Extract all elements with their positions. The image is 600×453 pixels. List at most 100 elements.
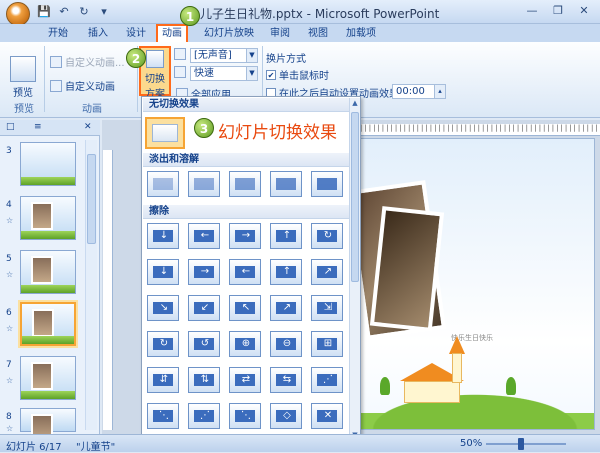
wipe-transition-item[interactable]: → — [229, 223, 261, 249]
fade-transition-item[interactable] — [311, 171, 343, 197]
wipe-transition-item[interactable]: ⋰ — [311, 367, 343, 393]
wipe-transition-item[interactable]: ⇅ — [188, 367, 220, 393]
tree-shape — [506, 377, 516, 395]
custom-animation-button[interactable]: 自定义动画 — [50, 78, 115, 93]
wipe-transition-item[interactable]: ↖ — [229, 295, 261, 321]
wipe-transition-item[interactable]: ◇ — [270, 403, 302, 429]
wipe-transition-item[interactable]: ⇄ — [229, 367, 261, 393]
fade-transition-item[interactable] — [270, 171, 302, 197]
undo-icon[interactable]: ↶ — [56, 4, 72, 20]
redo-icon[interactable]: ↻ — [76, 4, 92, 20]
save-icon[interactable]: 💾 — [36, 4, 52, 20]
wipe-transition-item[interactable]: ⊕ — [229, 331, 261, 357]
wipe-transition-item[interactable]: ← — [229, 259, 261, 285]
spinner-icon: ▴ — [434, 85, 445, 98]
scrollbar-thumb[interactable] — [351, 112, 359, 282]
slide-thumbnail-selected[interactable] — [20, 302, 76, 346]
tab-review[interactable]: 审阅 — [266, 26, 294, 42]
close-panel-icon[interactable]: ✕ — [84, 122, 92, 132]
wipe-transition-item[interactable]: ↑ — [270, 259, 302, 285]
wipe-transition-item[interactable]: ↺ — [188, 331, 220, 357]
slides-scrollbar[interactable] — [85, 140, 97, 430]
gallery-scrollbar[interactable]: ▲ ▼ — [349, 98, 360, 440]
outline-tab[interactable]: □ — [6, 122, 15, 132]
on-click-checkbox-row[interactable]: ✔ 单击鼠标时 — [266, 67, 329, 82]
custom-animation-label: 自定义动画 — [65, 82, 115, 93]
slides-tab[interactable]: ≡ — [34, 122, 42, 132]
photo-frame[interactable] — [369, 206, 445, 332]
maximize-button[interactable]: ❐ — [546, 2, 570, 20]
no-transition-item[interactable] — [145, 117, 185, 149]
fade-transition-item[interactable] — [147, 171, 179, 197]
transition-star-icon: ☆ — [6, 216, 14, 225]
close-button[interactable]: ✕ — [572, 2, 596, 20]
tab-view[interactable]: 视图 — [304, 26, 332, 42]
fade-transition-item[interactable] — [188, 171, 220, 197]
direction-arrow-icon: ← — [241, 266, 251, 277]
speed-select[interactable]: 快速 ▼ — [190, 66, 258, 81]
wipe-transition-item[interactable]: ↑ — [270, 223, 302, 249]
sound-select[interactable]: [无声音] ▼ — [190, 48, 258, 63]
photo-shape — [31, 362, 53, 390]
slide-thumbnail[interactable] — [20, 408, 76, 442]
horizontal-ruler: ||||||||||||||||||||||||||||||||||||||||… — [360, 124, 600, 136]
fade-transition-item[interactable] — [229, 171, 261, 197]
wipe-transition-item[interactable]: ⇵ — [147, 367, 179, 393]
office-button[interactable] — [6, 2, 30, 26]
scroll-up-icon[interactable]: ▲ — [350, 98, 360, 108]
zoom-level[interactable]: 50% — [460, 438, 482, 449]
slide-thumbnail[interactable] — [20, 142, 76, 186]
tab-design[interactable]: 设计 — [122, 26, 150, 42]
preview-label: 预览 — [13, 88, 33, 99]
wipe-transition-item[interactable]: ⋰ — [188, 403, 220, 429]
fade-icon — [235, 178, 255, 190]
wipe-transition-item[interactable]: ↗ — [311, 259, 343, 285]
wipe-transition-item[interactable]: ⊖ — [270, 331, 302, 357]
section-wipe: 擦除 — [143, 205, 349, 219]
custom-animation-top-label: 自定义动画... — [65, 58, 125, 69]
direction-arrow-icon: ⊖ — [282, 338, 292, 349]
wipe-transition-item[interactable]: ↘ — [147, 295, 179, 321]
wipe-transition-item[interactable]: ⊞ — [311, 331, 343, 357]
tower-roof — [449, 336, 465, 354]
zoom-slider[interactable] — [486, 443, 566, 445]
direction-arrow-icon: ◇ — [283, 410, 291, 421]
wipe-transition-item[interactable]: ↓ — [147, 259, 179, 285]
wipe-transition-item[interactable]: ↙ — [188, 295, 220, 321]
tab-animations[interactable]: 动画 — [156, 24, 188, 43]
slide-thumbnail[interactable] — [20, 356, 76, 400]
wipe-transition-item[interactable]: ⋱ — [147, 403, 179, 429]
wipe-transition-item[interactable]: ⇲ — [311, 295, 343, 321]
direction-arrow-icon: ↘ — [159, 302, 169, 313]
on-click-checkbox[interactable]: ✔ — [266, 69, 276, 80]
slide-number: 6 — [6, 308, 12, 318]
custom-animation-row[interactable]: 自定义动画... — [50, 54, 125, 69]
direction-arrow-icon: ↗ — [282, 302, 292, 313]
tab-home[interactable]: 开始 — [44, 26, 72, 42]
transition-gallery: 无切换效果 淡出和溶解 擦除 ▲ ▼ ↓ ← → ↑ ↻ ↓ → ← ↑ ↗ ↘ ↙ ↖ ↗ ⇲ ↻ ↺ ⊕ ⊖ ⊞ ⇵… — [141, 96, 361, 442]
preview-button[interactable]: 预览 — [8, 56, 38, 99]
wipe-transition-item[interactable]: ↻ — [311, 223, 343, 249]
wipe-transition-item[interactable]: ↓ — [147, 223, 179, 249]
tab-addins[interactable]: 加载项 — [342, 26, 380, 42]
theme-name: "儿童节" — [76, 442, 116, 453]
scrollbar-thumb[interactable] — [87, 154, 96, 244]
tab-slideshow[interactable]: 幻灯片放映 — [200, 26, 258, 42]
zoom-slider-knob[interactable] — [518, 438, 524, 450]
wipe-transition-item[interactable]: ⋱ — [229, 403, 261, 429]
wipe-transition-item[interactable]: ← — [188, 223, 220, 249]
wipe-transition-item[interactable]: ↻ — [147, 331, 179, 357]
wipe-transition-item[interactable]: ✕ — [311, 403, 343, 429]
slide-canvas[interactable]: 快乐生日快乐 — [355, 138, 595, 430]
wipe-transition-item[interactable]: → — [188, 259, 220, 285]
wipe-transition-item[interactable]: ⇆ — [270, 367, 302, 393]
minimize-button[interactable]: — — [520, 2, 544, 20]
slides-panel-tabs: □ ≡ ✕ — [0, 120, 100, 136]
qat-dropdown-icon[interactable]: ▾ — [96, 4, 112, 20]
slide-thumbnail[interactable] — [20, 196, 76, 240]
slide-thumbnail[interactable] — [20, 250, 76, 294]
after-time-input[interactable]: 00:00 ▴ — [392, 84, 446, 99]
wipe-transition-item[interactable]: ↗ — [270, 295, 302, 321]
tab-insert[interactable]: 插入 — [84, 26, 112, 42]
advance-title: 换片方式 — [266, 50, 306, 65]
